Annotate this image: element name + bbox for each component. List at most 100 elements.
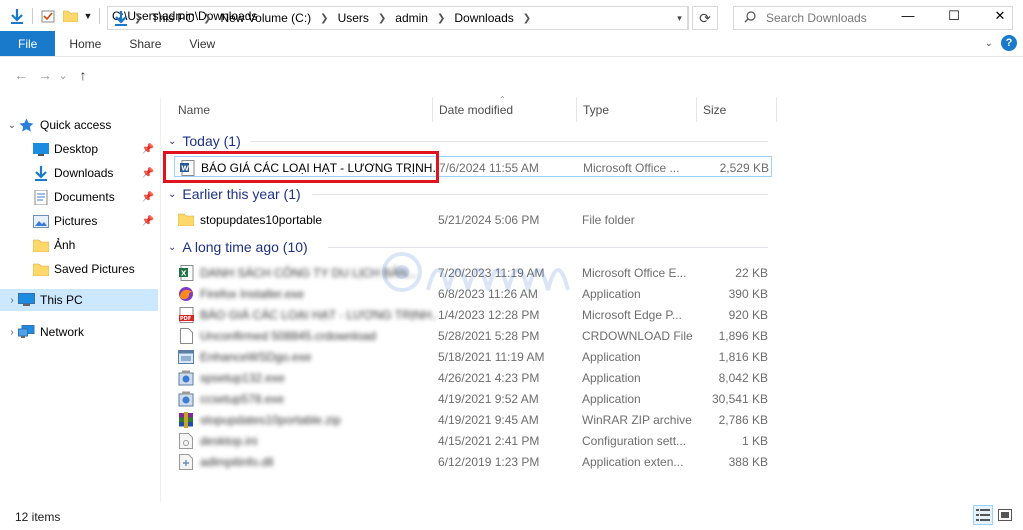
- pin-icon[interactable]: 📌: [142, 192, 154, 203]
- nav-network[interactable]: › Network: [0, 321, 158, 343]
- nav-desktop[interactable]: Desktop 📌: [0, 138, 158, 160]
- chevron-right-icon[interactable]: ❯: [437, 13, 445, 24]
- nav-saved-pictures[interactable]: Saved Pictures: [0, 258, 158, 280]
- column-header-size[interactable]: Size: [697, 97, 777, 122]
- chevron-down-icon[interactable]: ⌄: [168, 189, 176, 200]
- nav-downloads[interactable]: Downloads 📌: [0, 162, 158, 184]
- properties-icon[interactable]: [37, 5, 59, 27]
- svg-text:X: X: [181, 269, 187, 277]
- new-folder-icon[interactable]: [59, 5, 81, 27]
- breadcrumb-this-pc[interactable]: This PC: [151, 11, 194, 25]
- chevron-right-icon[interactable]: ❯: [378, 13, 386, 24]
- highlight-annotation-box: [163, 151, 439, 183]
- file-type: Application: [582, 286, 641, 301]
- details-view-button[interactable]: [973, 505, 993, 525]
- chevron-right-icon[interactable]: ›: [6, 295, 18, 306]
- file-date: 4/15/2021 2:41 PM: [438, 433, 540, 448]
- breadcrumb-admin[interactable]: admin: [395, 11, 428, 25]
- file-type: Application: [582, 370, 641, 385]
- large-icons-view-button[interactable]: [995, 505, 1015, 525]
- pdf-icon: PDF: [178, 306, 194, 323]
- file-row[interactable]: spsetup132.exe 4/26/2021 4:23 PM Applica…: [174, 367, 772, 388]
- file-date: 6/12/2019 1:23 PM: [438, 454, 540, 469]
- file-size: 390 KB: [728, 286, 768, 301]
- file-row[interactable]: X DANH SÁCH CÔNG TY DU LỊCH BẢN... 7/20/2…: [174, 262, 772, 283]
- file-row[interactable]: desktop.ini 4/15/2021 2:41 PM Configurat…: [174, 430, 772, 451]
- tab-file[interactable]: File: [0, 31, 56, 56]
- network-icon: [18, 325, 35, 339]
- file-row[interactable]: PDF BÁO GIÁ CÁC LOẠI HẠT - LƯƠNG TRỊNH...…: [174, 304, 772, 325]
- pane-divider[interactable]: [160, 97, 161, 503]
- nav-this-pc[interactable]: › This PC: [0, 289, 158, 311]
- quick-access-toolbar: ▼: [0, 0, 104, 31]
- file-row[interactable]: Firefox Installer.exe 6/8/2023 11:26 AM …: [174, 283, 772, 304]
- help-icon[interactable]: ?: [1001, 35, 1017, 51]
- folder-icon: [32, 238, 49, 252]
- group-header-today[interactable]: ⌄ Today (1): [168, 130, 768, 152]
- chevron-down-icon[interactable]: ⌄: [6, 120, 18, 131]
- chevron-right-icon[interactable]: ›: [6, 327, 18, 338]
- file-name: EnhanceWSDgo.exe: [200, 349, 312, 364]
- refresh-button[interactable]: ⟳: [692, 6, 718, 30]
- address-dropdown-button[interactable]: ▾: [672, 6, 688, 30]
- file-row[interactable]: EnhanceWSDgo.exe 5/18/2021 11:19 AM Appl…: [174, 346, 772, 367]
- file-type: File folder: [582, 212, 635, 227]
- search-placeholder: Search Downloads: [766, 11, 867, 25]
- nav-documents[interactable]: Documents 📌: [0, 186, 158, 208]
- file-row[interactable]: stopupdates10portable.zip 4/19/2021 9:45…: [174, 409, 772, 430]
- column-header-date[interactable]: ⌃ Date modified: [433, 95, 577, 122]
- chevron-right-icon[interactable]: ❯: [523, 13, 531, 24]
- nav-anh[interactable]: Ảnh: [0, 234, 158, 256]
- tab-share[interactable]: Share: [115, 31, 175, 56]
- file-size: 22 KB: [735, 265, 768, 280]
- expand-ribbon-icon[interactable]: ⌄: [985, 38, 993, 49]
- download-location-icon: [114, 10, 128, 26]
- excel-icon: X: [178, 264, 194, 281]
- search-box[interactable]: Search Downloads: [733, 6, 1013, 30]
- chevron-down-icon[interactable]: ⌄: [168, 242, 176, 253]
- chevron-right-icon[interactable]: ❯: [203, 13, 211, 24]
- pin-icon[interactable]: 📌: [142, 144, 154, 155]
- back-button[interactable]: ←: [10, 64, 32, 86]
- nav-quick-access[interactable]: ⌄ Quick access: [0, 114, 158, 136]
- details-view-icon: [976, 509, 990, 521]
- chevron-right-icon[interactable]: ❯: [320, 13, 328, 24]
- address-bar[interactable]: ❯ This PC ❯ New Volume (C:) ❯ Users ❯ ad…: [107, 6, 689, 30]
- group-header-long-ago[interactable]: ⌄ A long time ago (10): [168, 236, 768, 258]
- breadcrumb-downloads[interactable]: Downloads: [454, 11, 513, 25]
- file-size: 1 KB: [741, 433, 768, 448]
- chevron-down-icon[interactable]: ⌄: [168, 136, 176, 147]
- setup-icon: [178, 391, 194, 407]
- tab-home[interactable]: Home: [55, 31, 115, 56]
- download-arrow-icon[interactable]: [6, 5, 28, 27]
- file-row[interactable]: ccsetup578.exe 4/19/2021 9:52 AM Applica…: [174, 388, 772, 409]
- file-row[interactable]: stopupdates10portable 5/21/2024 5:06 PM …: [174, 209, 772, 230]
- recent-locations-button[interactable]: ⌄: [56, 64, 70, 86]
- file-name: BÁO GIÁ CÁC LOẠI HẠT - LƯƠNG TRỊNH...: [200, 307, 436, 322]
- pin-icon[interactable]: 📌: [142, 216, 154, 227]
- file-row[interactable]: adlmpitinfo.dll 6/12/2019 1:23 PM Applic…: [174, 451, 772, 472]
- breadcrumb-users[interactable]: Users: [338, 11, 369, 25]
- file-name: DANH SÁCH CÔNG TY DU LỊCH BẢN...: [200, 265, 418, 280]
- file-date: 7/20/2023 11:19 AM: [438, 265, 545, 280]
- file-row[interactable]: Unconfirmed 508845.crdownload 5/28/2021 …: [174, 325, 772, 346]
- column-header-name[interactable]: Name: [172, 97, 433, 122]
- large-icons-view-icon: [998, 509, 1012, 521]
- customize-toolbar-icon[interactable]: ▼: [81, 5, 95, 27]
- file-date: 4/19/2021 9:45 AM: [438, 412, 539, 427]
- forward-button[interactable]: →: [34, 64, 56, 86]
- breadcrumb-volume[interactable]: New Volume (C:): [220, 11, 311, 25]
- chevron-right-icon[interactable]: ❯: [134, 13, 142, 24]
- dll-icon: [178, 453, 194, 470]
- file-date: 4/19/2021 9:52 AM: [438, 391, 539, 406]
- file-date: 5/28/2021 5:28 PM: [438, 328, 540, 343]
- pin-icon[interactable]: 📌: [142, 168, 154, 179]
- column-header-type[interactable]: Type: [577, 97, 697, 122]
- nav-pictures[interactable]: Pictures 📌: [0, 210, 158, 232]
- up-button[interactable]: ↑: [72, 64, 94, 86]
- file-size: 920 KB: [728, 307, 768, 322]
- tab-view[interactable]: View: [175, 31, 229, 56]
- file-name: stopupdates10portable: [200, 212, 323, 227]
- file-date: 5/21/2024 5:06 PM: [438, 212, 540, 227]
- group-header-earlier[interactable]: ⌄ Earlier this year (1): [168, 183, 768, 205]
